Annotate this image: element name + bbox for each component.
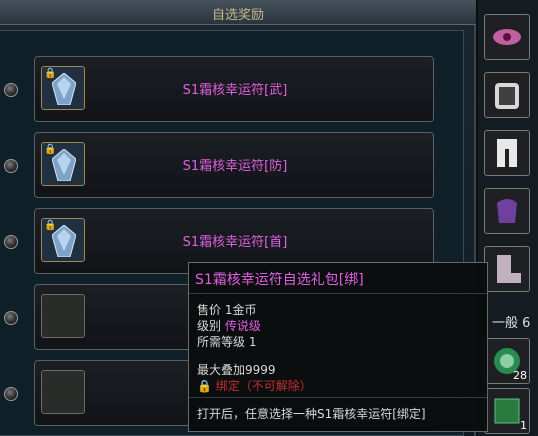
stack-label: 最大叠加 — [197, 363, 246, 377]
item-name: S1霜核幸运符[首] — [182, 235, 288, 250]
stack-count: 1 — [520, 419, 527, 432]
price-row: 售价 1金币 — [197, 301, 256, 318]
radio-button[interactable] — [4, 159, 18, 173]
inventory-slot[interactable] — [484, 246, 530, 292]
tooltip-divider — [189, 397, 487, 398]
item-slot[interactable] — [41, 370, 85, 414]
stack-count: 28 — [513, 369, 527, 382]
bind-row: 🔒 绑定（不可解除） — [197, 377, 312, 394]
price-value: 1金币 — [224, 303, 257, 317]
reward-row[interactable]: 🔒 S1霜核幸运符[武] — [0, 56, 476, 128]
item-tooltip: S1霜核幸运符自选礼包[绑] 售价 1金币 级别 传说级 所需等级 1 最大叠加… — [188, 262, 488, 432]
grade-label: 级别 — [197, 319, 222, 333]
stack-row: 最大叠加9999 — [197, 361, 276, 378]
inventory-slot[interactable] — [484, 130, 530, 176]
radio-button[interactable] — [4, 235, 18, 249]
item-slot[interactable] — [41, 294, 85, 338]
tooltip-divider — [189, 293, 487, 294]
inventory-slot[interactable] — [484, 72, 530, 118]
inventory-slot[interactable]: 28 — [484, 338, 530, 384]
reward-card[interactable]: 🔒 S1霜核幸运符[防] — [34, 132, 434, 198]
inventory-slot[interactable] — [484, 188, 530, 234]
window-title: 自选奖励 — [211, 8, 264, 23]
inventory-tab[interactable]: 一般 6 — [492, 312, 538, 332]
level-label: 所需等级 — [197, 335, 246, 349]
tooltip-title: S1霜核幸运符自选礼包[绑] — [195, 272, 364, 288]
pants-icon — [497, 139, 517, 167]
stack-value: 9999 — [245, 363, 276, 377]
lock-icon: 🔒 — [197, 379, 212, 393]
inventory-slot[interactable]: 1 — [484, 388, 530, 434]
bind-text: 绑定（不可解除） — [215, 379, 312, 393]
window-titlebar[interactable]: 自选奖励 — [0, 0, 476, 25]
level-row: 所需等级 1 — [197, 333, 256, 350]
radio-button[interactable] — [4, 387, 18, 401]
inventory-slot[interactable] — [484, 14, 530, 60]
price-label: 售价 — [197, 303, 222, 317]
armor-icon — [495, 83, 519, 109]
boots-icon — [497, 255, 521, 283]
item-name: S1霜核幸运符[武] — [182, 83, 288, 98]
level-value: 1 — [248, 335, 257, 349]
reward-card[interactable]: 🔒 S1霜核幸运符[武] — [34, 56, 434, 122]
reward-row[interactable]: 🔒 S1霜核幸运符[防] — [0, 132, 476, 204]
grade-row: 级别 传说级 — [197, 317, 261, 334]
item-name: S1霜核幸运符[防] — [182, 159, 288, 174]
tooltip-description: 打开后，任意选择一种S1霜核幸运符[绑定] — [197, 407, 426, 421]
radio-button[interactable] — [4, 83, 18, 97]
grade-value: 传说级 — [224, 319, 261, 333]
radio-button[interactable] — [4, 311, 18, 325]
pink-bow-icon — [493, 29, 521, 45]
glove-icon — [497, 199, 517, 223]
